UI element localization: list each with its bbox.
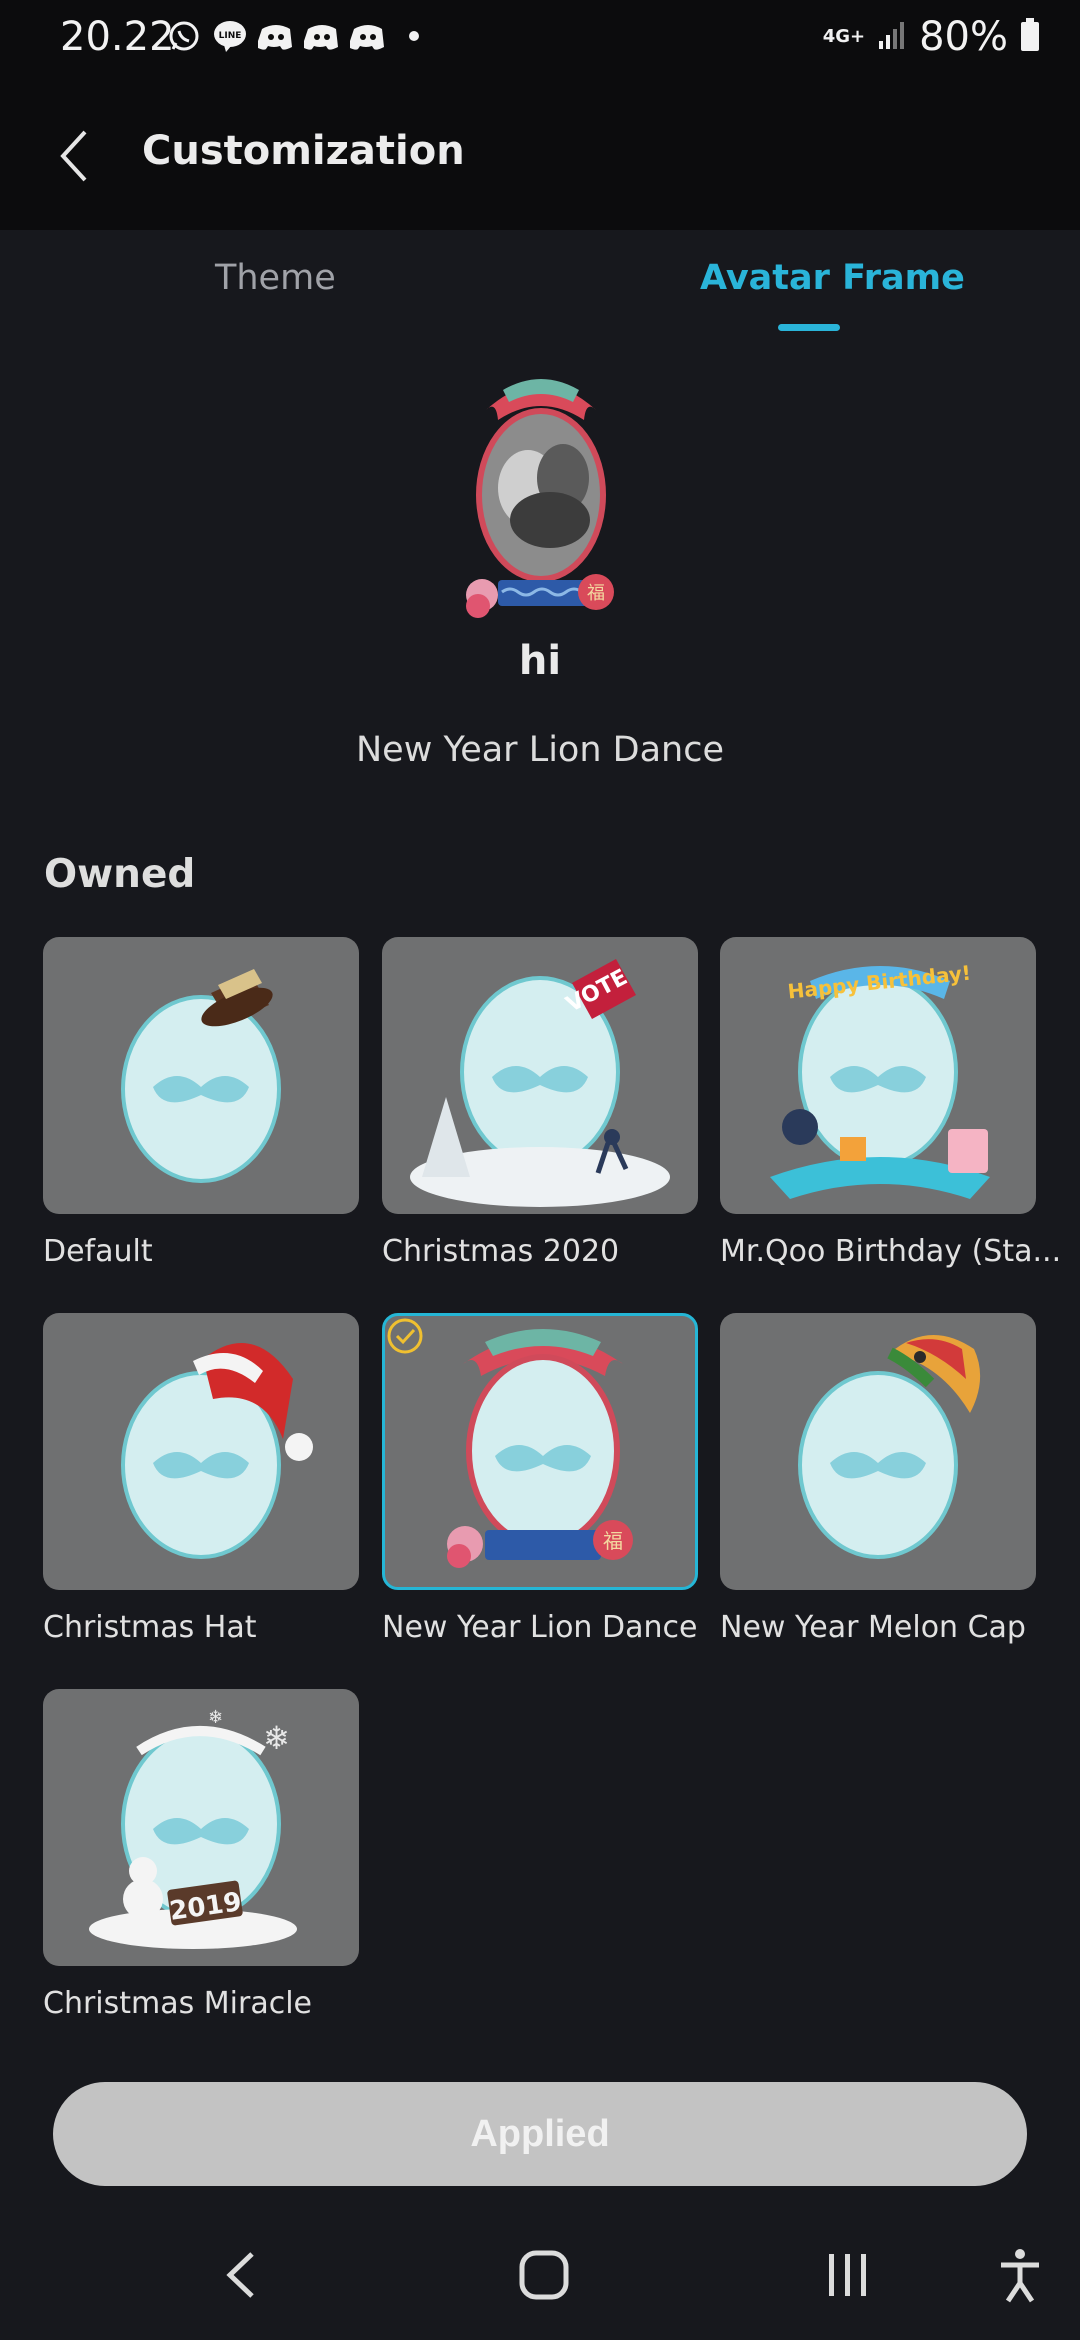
frame-card-christmas-miracle[interactable]: ❄ ❄ 2019 <box>43 1689 359 1966</box>
svg-text:❄: ❄ <box>208 1707 223 1728</box>
status-bar: 20.22 LINE 4G+ 80% <box>0 0 1080 84</box>
svg-text:❄: ❄ <box>263 1719 290 1757</box>
frame-card-mrqoo-birthday[interactable]: Happy Birthday! <box>720 937 1036 1214</box>
nav-home-icon <box>519 2250 569 2300</box>
nav-back-button[interactable] <box>200 2240 280 2310</box>
nav-back-icon <box>226 2252 254 2298</box>
avatar-frame-preview: 福 <box>458 370 624 628</box>
discord-icon <box>350 18 386 54</box>
frame-label: New Year Lion Dance <box>382 1610 698 1645</box>
tab-bar: Theme Avatar Frame <box>0 230 1080 336</box>
status-right: 4G+ 80% <box>823 14 1040 60</box>
active-tab-indicator <box>778 324 840 331</box>
nav-recents-icon <box>829 2254 866 2296</box>
network-label: 4G+ <box>822 26 866 47</box>
accessibility-icon <box>1001 2249 1039 2303</box>
frame-card-default[interactable] <box>43 937 359 1214</box>
frame-label: Christmas Miracle <box>43 1986 313 2021</box>
applied-button[interactable]: Applied <box>53 2082 1027 2186</box>
discord-icon <box>304 18 340 54</box>
line-icon: LINE <box>212 18 248 54</box>
page-title: Customization <box>142 128 465 174</box>
frame-label: Christmas 2020 <box>382 1234 620 1269</box>
notification-icons: LINE <box>166 18 432 54</box>
nav-recents-button[interactable] <box>808 2240 888 2310</box>
current-frame-name: New Year Lion Dance <box>356 730 724 770</box>
app-header: Customization <box>0 84 1080 230</box>
tab-theme[interactable]: Theme <box>215 258 336 298</box>
frame-card-christmas-2020[interactable]: VOTE <box>382 937 698 1214</box>
frame-card-new-year-lion-dance[interactable]: 福 <box>382 1313 698 1590</box>
nav-home-button[interactable] <box>504 2240 584 2310</box>
tab-avatar-frame[interactable]: Avatar Frame <box>700 258 965 298</box>
frame-label: Mr.Qoo Birthday (Sta... <box>720 1234 1062 1269</box>
selected-check-icon <box>387 1318 423 1354</box>
chevron-left-icon <box>60 130 87 182</box>
frame-card-christmas-hat[interactable] <box>43 1313 359 1590</box>
discord-icon <box>258 18 294 54</box>
user-name: hi <box>518 638 562 684</box>
system-nav-bar <box>0 2210 1080 2340</box>
frame-card-new-year-melon-cap[interactable] <box>720 1313 1036 1590</box>
svg-text:LINE: LINE <box>219 31 242 41</box>
frame-label: Christmas Hat <box>43 1610 257 1645</box>
battery-icon <box>1020 18 1040 56</box>
svg-text:福: 福 <box>587 583 605 604</box>
svg-text:福: 福 <box>603 1529 623 1553</box>
dot-icon <box>396 18 432 54</box>
battery-percent: 80% <box>919 14 1008 60</box>
whatsapp-icon <box>166 18 202 54</box>
owned-section-title: Owned <box>44 852 196 897</box>
status-time: 20.22 <box>60 14 175 60</box>
frame-label: New Year Melon Cap <box>720 1610 1026 1645</box>
network-type: 4G+ <box>823 28 865 46</box>
back-button[interactable] <box>44 124 104 188</box>
frame-label: Default <box>43 1234 153 1269</box>
accessibility-button[interactable] <box>980 2240 1060 2310</box>
signal-icon <box>877 19 907 55</box>
